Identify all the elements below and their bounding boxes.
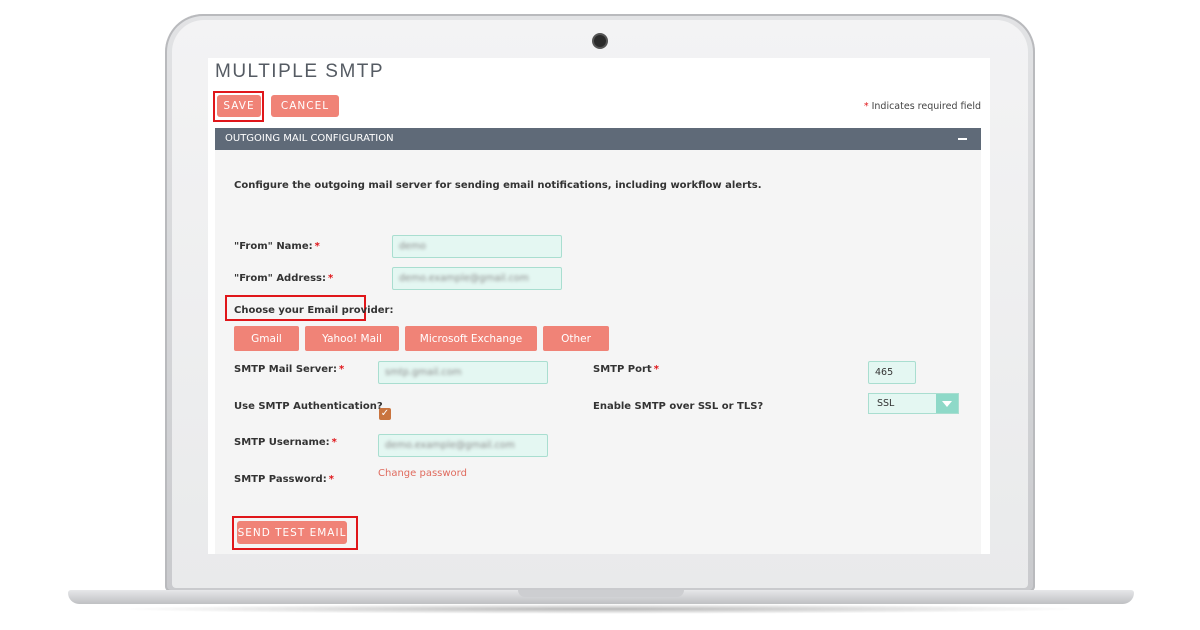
smtp-username-label: SMTP Username: * [234,437,337,448]
from-name-label: "From" Name: * [234,241,320,252]
provider-other-button[interactable]: Other [543,326,609,351]
chevron-down-icon[interactable] [936,394,958,413]
ssl-label: Enable SMTP over SSL or TLS? [593,401,764,412]
smtp-password-label: SMTP Password: * [234,474,334,485]
from-name-input[interactable]: demo [392,235,562,258]
from-address-input[interactable]: demo.example@gmail.com [392,267,562,290]
smtp-username-label-text: SMTP Username: [234,437,330,448]
required-star: * [314,241,320,252]
cancel-button[interactable]: CANCEL [271,95,339,117]
from-name-label-text: "From" Name: [234,241,313,252]
smtp-server-input[interactable]: smtp.gmail.com [378,361,548,384]
smtp-auth-label: Use SMTP Authentication? [234,401,383,412]
required-note: * Indicates required field [864,101,981,112]
provider-yahoo-button[interactable]: Yahoo! Mail [305,326,399,351]
provider-exchange-button[interactable]: Microsoft Exchange [405,326,537,351]
laptop-shadow [110,604,1090,614]
from-address-label: "From" Address: * [234,273,333,284]
panel-header[interactable]: OUTGOING MAIL CONFIGURATION [215,128,981,150]
webcam-icon [594,35,606,47]
smtp-password-label-text: SMTP Password: [234,474,327,485]
required-star: * [328,474,334,485]
from-name-value: demo [399,241,426,252]
provider-gmail-button[interactable]: Gmail [234,326,299,351]
send-test-email-button[interactable]: SEND TEST EMAIL [237,521,347,544]
required-star: * [863,101,869,112]
ssl-select-value: SSL [877,398,895,409]
panel-header-title: OUTGOING MAIL CONFIGURATION [225,133,394,144]
smtp-username-value: demo.example@gmail.com [385,440,515,451]
smtp-server-label-text: SMTP Mail Server: [234,364,337,375]
laptop-notch [518,590,684,597]
smtp-auth-checkbox[interactable]: ✓ [379,408,391,420]
save-button[interactable]: SAVE [217,95,261,117]
change-password-link[interactable]: Change password [378,468,467,479]
smtp-port-label: SMTP Port * [593,364,659,375]
required-star: * [653,364,659,375]
page-title: MULTIPLE SMTP [215,61,385,82]
smtp-port-label-text: SMTP Port [593,364,652,375]
smtp-server-value: smtp.gmail.com [385,367,462,378]
from-address-label-text: "From" Address: [234,273,326,284]
from-address-value: demo.example@gmail.com [399,273,529,284]
ssl-select[interactable]: SSL [868,393,959,414]
required-note-text: Indicates required field [871,101,981,112]
required-star: * [328,273,334,284]
collapse-icon[interactable] [958,138,967,140]
required-star: * [331,437,337,448]
panel-body [215,150,981,554]
panel-description: Configure the outgoing mail server for s… [234,180,762,191]
required-star: * [338,364,345,375]
provider-label: Choose your Email provider: [234,305,394,316]
smtp-port-input[interactable]: 465 [868,361,916,384]
smtp-username-input[interactable]: demo.example@gmail.com [378,434,548,457]
screen: MULTIPLE SMTP SAVE CANCEL * Indicates req… [208,58,990,554]
smtp-server-label: SMTP Mail Server: * [234,364,344,375]
smtp-port-value: 465 [875,367,894,378]
